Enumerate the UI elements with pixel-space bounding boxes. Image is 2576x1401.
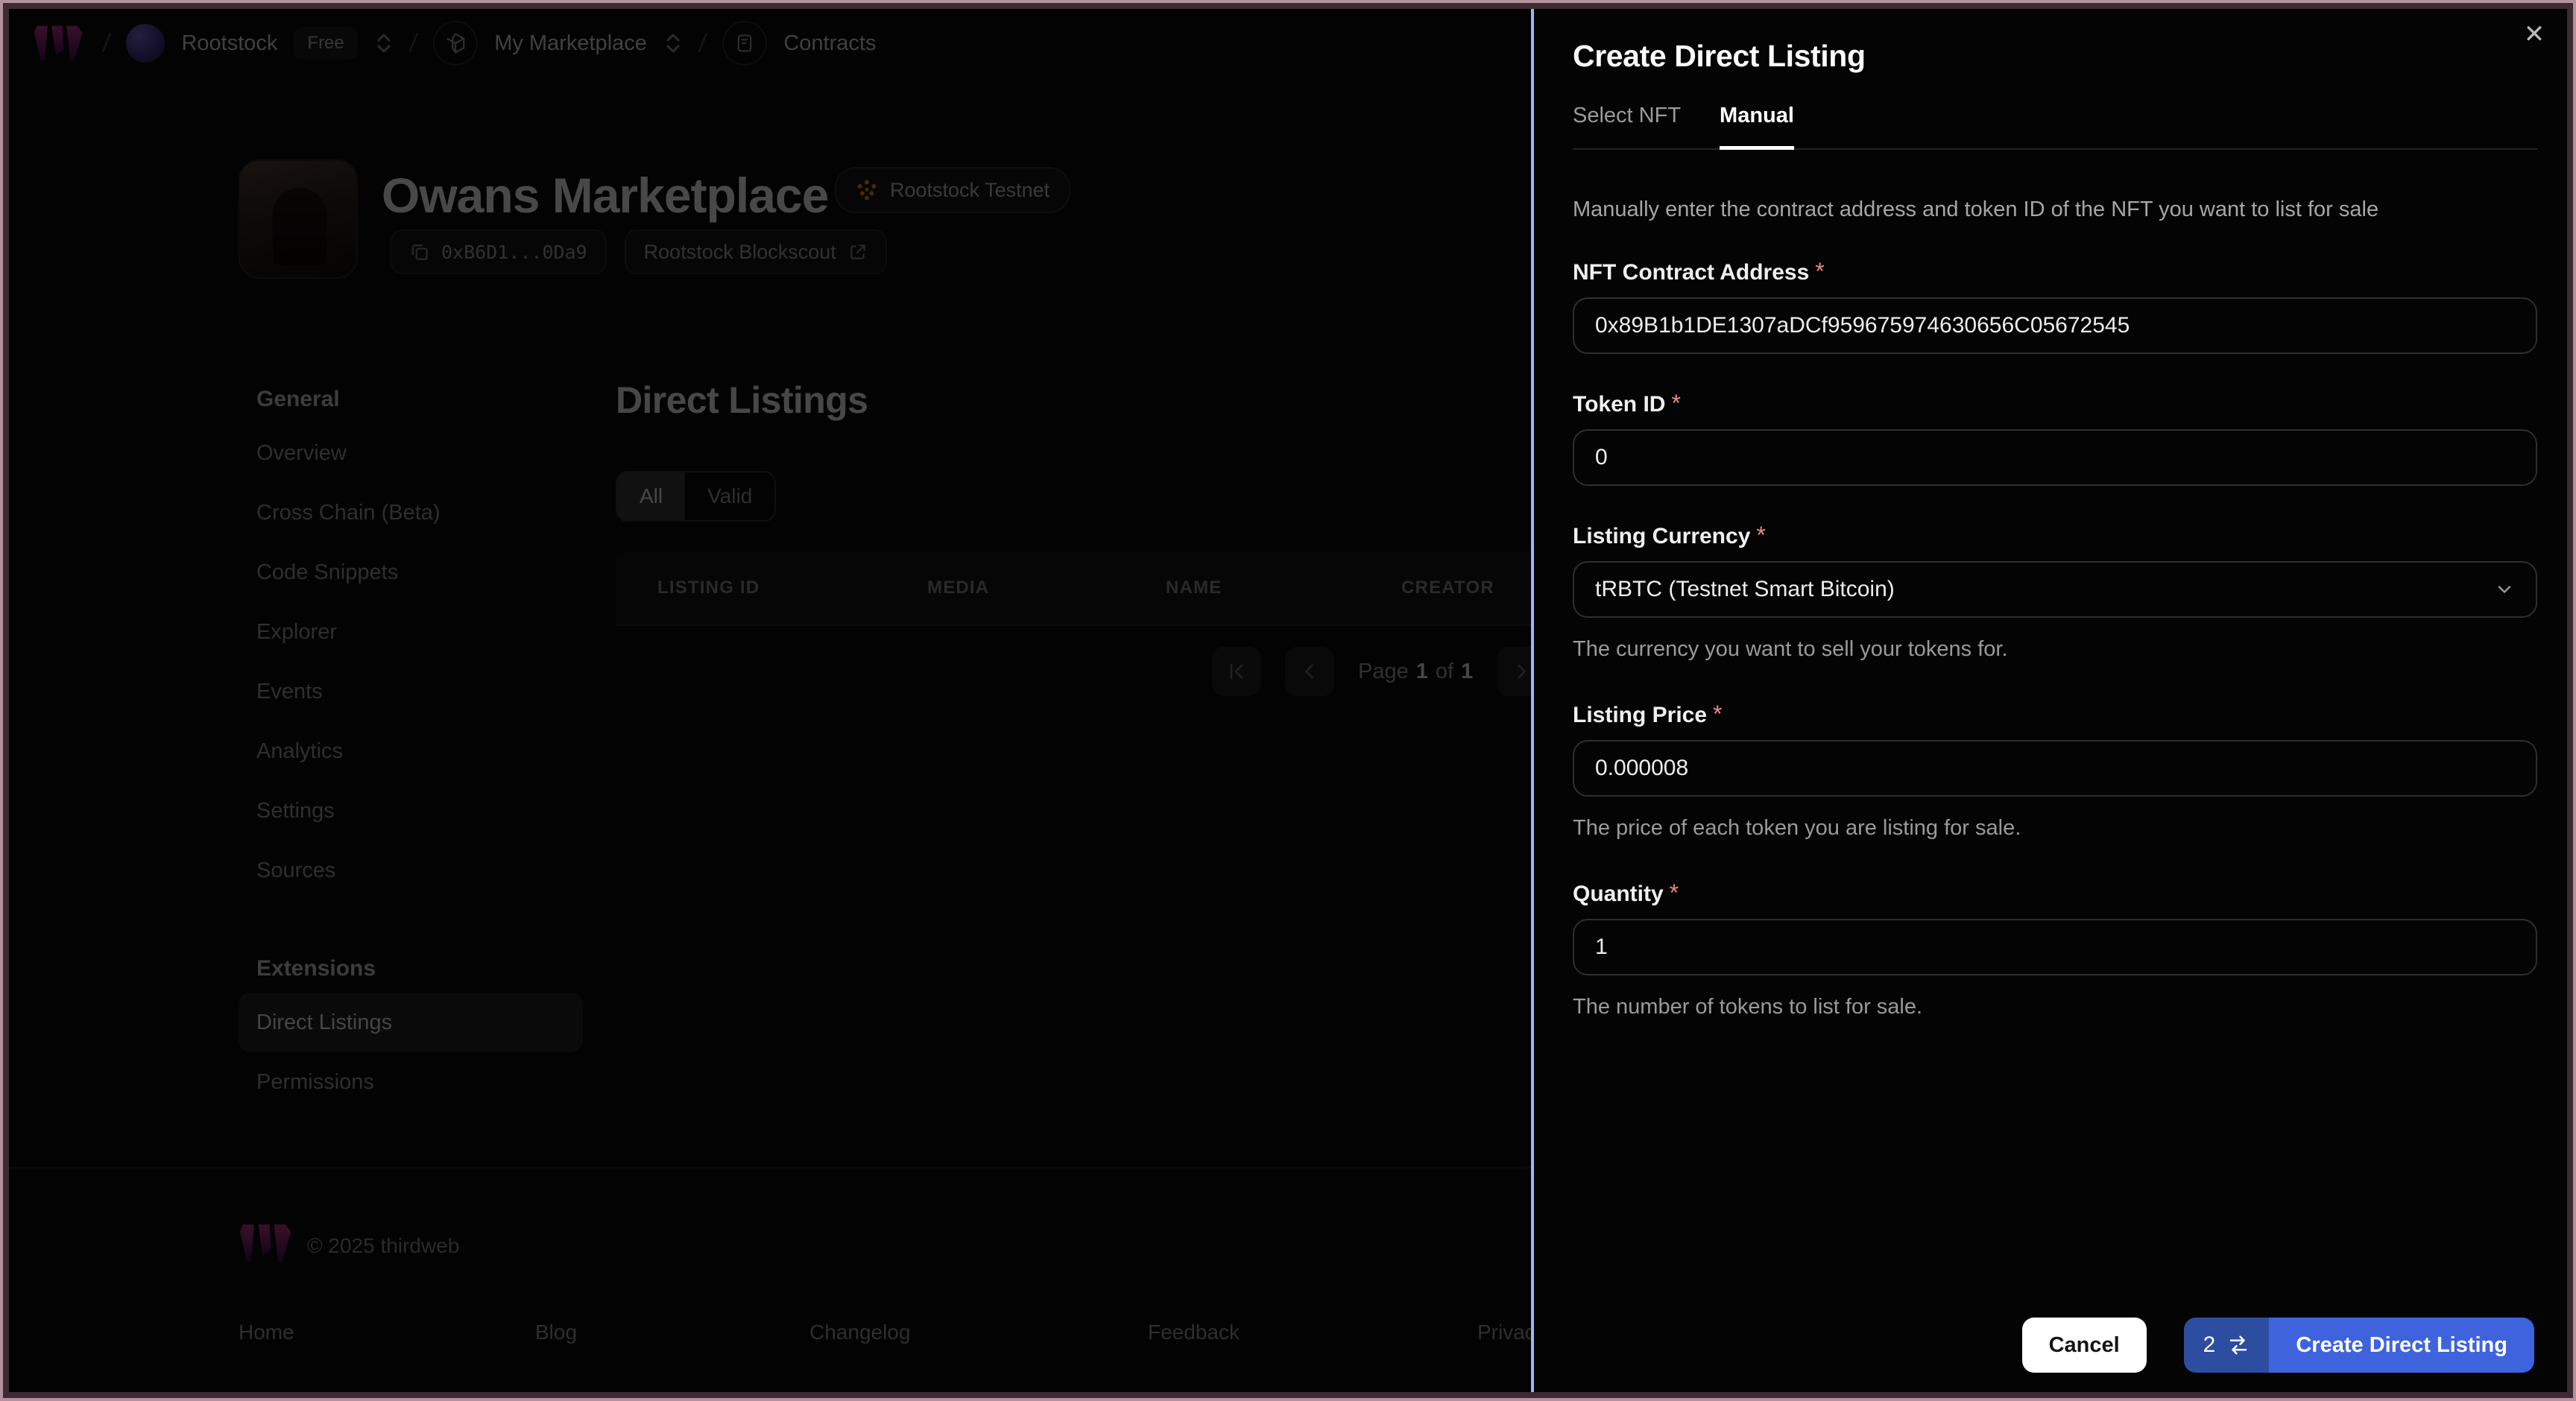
transaction-button-group: 2 Create Direct Listing — [2183, 1318, 2534, 1373]
nft-contract-address-input[interactable] — [1573, 297, 2537, 354]
create-direct-listing-drawer: ✕ Create Direct Listing Select NFT Manua… — [1531, 0, 2576, 1401]
drawer-description: Manually enter the contract address and … — [1573, 197, 2379, 221]
tab-select-nft[interactable]: Select NFT — [1573, 104, 1681, 148]
field-label: Quantity — [1573, 882, 1664, 906]
drawer-tabs: Select NFT Manual — [1573, 104, 2537, 150]
listing-currency-value: tRBTC (Testnet Smart Bitcoin) — [1595, 577, 1895, 601]
close-icon[interactable]: ✕ — [2516, 16, 2552, 52]
app-root: / Rootstock Free / My Marketplace / Cont… — [0, 0, 2576, 1401]
drawer-actions: Cancel 2 Create Direct Listing — [2021, 1318, 2534, 1373]
required-asterisk: * — [1756, 522, 1766, 548]
required-asterisk: * — [1713, 700, 1723, 727]
field-label: Listing Price — [1573, 703, 1708, 727]
listing-currency-select[interactable]: tRBTC (Testnet Smart Bitcoin) — [1573, 561, 2537, 618]
field-token-id: Token ID * — [1573, 390, 2537, 486]
field-listing-currency: Listing Currency * tRBTC (Testnet Smart B… — [1573, 522, 2537, 662]
required-asterisk: * — [1669, 879, 1679, 906]
tab-manual[interactable]: Manual — [1720, 104, 1794, 150]
transaction-count: 2 — [2203, 1332, 2216, 1357]
quantity-input[interactable] — [1573, 919, 2537, 975]
field-helper: The currency you want to sell your token… — [1573, 637, 2008, 661]
field-listing-price: Listing Price* The price of each token y… — [1573, 700, 2537, 841]
field-helper: The price of each token you are listing … — [1573, 816, 2021, 840]
transaction-count-button[interactable]: 2 — [2183, 1318, 2270, 1373]
drawer-title: Create Direct Listing — [1573, 39, 1866, 73]
cancel-button[interactable]: Cancel — [2021, 1318, 2147, 1373]
field-helper: The number of tokens to list for sale. — [1573, 995, 1923, 1019]
listing-price-input[interactable] — [1573, 740, 2537, 797]
chevron-down-icon — [2498, 586, 2511, 593]
create-direct-listing-button[interactable]: Create Direct Listing — [2269, 1318, 2534, 1373]
field-nft-contract-address: NFT Contract Address * — [1573, 258, 2537, 354]
swap-arrows-icon — [2230, 1335, 2247, 1355]
field-label: Token ID — [1573, 392, 1666, 417]
required-asterisk: * — [1671, 390, 1681, 417]
field-quantity: Quantity* The number of tokens to list f… — [1573, 879, 2537, 1019]
field-label: Listing Currency — [1573, 524, 1751, 548]
required-asterisk: * — [1815, 258, 1825, 285]
token-id-input[interactable] — [1573, 429, 2537, 486]
field-label: NFT Contract Address — [1573, 260, 1810, 285]
